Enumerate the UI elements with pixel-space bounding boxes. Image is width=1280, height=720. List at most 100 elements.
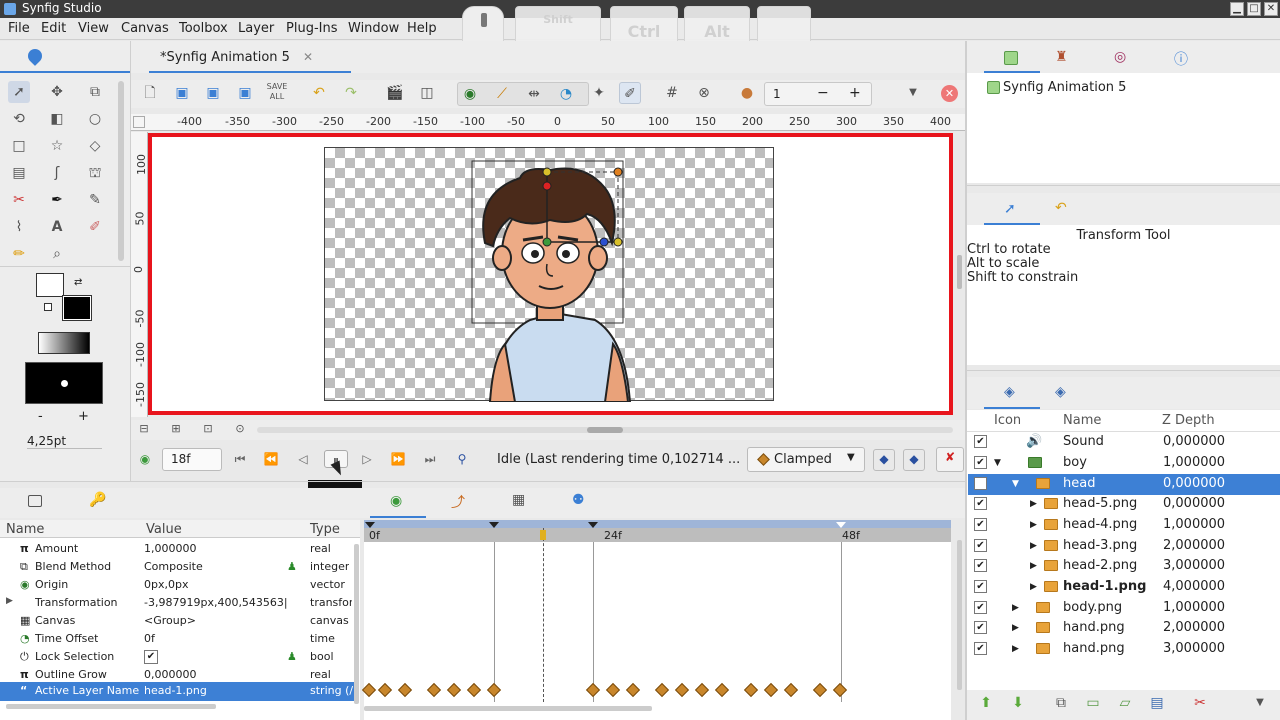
new-file-icon[interactable]: 🗋 — [139, 82, 161, 104]
polygon-tool-icon[interactable]: ◇ — [84, 135, 106, 157]
zoom-100-icon[interactable]: ⊙ — [231, 420, 249, 438]
layers-tab[interactable]: ◈ — [984, 377, 1040, 409]
canvas-browser-item[interactable]: Synfig Animation 5 — [1003, 80, 1126, 95]
tool-options-tab[interactable]: ➚ — [984, 193, 1040, 225]
undo-icon[interactable]: ↶ — [308, 82, 330, 104]
rotate-tool-icon[interactable]: ⟲ — [8, 108, 30, 130]
toolbox-scrollbar[interactable] — [118, 81, 124, 261]
expand-arrow-icon[interactable]: ▶ — [1030, 582, 1037, 592]
menu-plugins[interactable]: Plug-Ins — [286, 21, 337, 36]
param-value[interactable]: 1,000000 — [144, 542, 284, 555]
save-as-icon[interactable]: ▣ — [202, 82, 224, 104]
render-icon[interactable]: 🎬 — [384, 82, 406, 104]
upper-bound-icon[interactable]: ◆ — [903, 449, 925, 471]
fill-tool-icon[interactable]: ⛫ — [84, 162, 106, 184]
encapsulate-icon[interactable]: ▤ — [1146, 692, 1168, 714]
preview-icon[interactable]: ◫ — [416, 82, 438, 104]
text-tool-icon[interactable]: A — [46, 216, 68, 238]
brush-size-decrease[interactable]: - — [38, 409, 43, 424]
param-row[interactable]: ▶ Transformation -3,987919px,400,543563|… — [0, 594, 358, 612]
expand-arrow-icon[interactable]: ▶ — [1030, 561, 1037, 571]
history-tab-icon[interactable]: ↶ — [1055, 200, 1067, 216]
layer-visibility-checkbox[interactable]: ✔ — [974, 621, 987, 634]
layer-row[interactable]: ✔ ▶ head-3.png 2,000000 — [968, 536, 1280, 557]
tab-close-icon[interactable]: ✕ — [303, 50, 313, 64]
layer-visibility-checkbox[interactable]: ✔ — [974, 497, 987, 510]
animation-mode-toggle-icon[interactable]: ✘ — [936, 447, 964, 472]
layer-row[interactable]: ✔ ▶ body.png 1,000000 — [968, 598, 1280, 619]
next-keyframe-icon[interactable]: ⏩ — [389, 450, 407, 468]
interpolation-dropdown[interactable]: Clamped ▼ — [747, 447, 865, 472]
layer-visibility-checkbox[interactable]: ✔ — [974, 518, 987, 531]
layer-visibility-checkbox[interactable]: ✔ — [974, 435, 987, 448]
expander-icon[interactable]: ▶ — [6, 596, 13, 606]
save-all-icon[interactable]: SAVE ALL — [266, 82, 288, 104]
param-row[interactable]: ◉ Origin 0px,0px vector — [0, 576, 358, 594]
brush-size-field[interactable]: 4,25pt — [27, 434, 102, 449]
canvas-horizontal-scrollbar[interactable] — [257, 427, 953, 433]
collapse-arrow-icon[interactable]: ▼ — [994, 458, 1001, 468]
width-handles-icon[interactable]: ⇹ — [523, 83, 545, 105]
minimize-icon[interactable]: ▁ — [1230, 2, 1244, 16]
raise-layer-icon[interactable]: ⬆ — [975, 692, 997, 714]
param-row-selected[interactable]: “ Active Layer Name head-1.png string (/ — [0, 682, 358, 701]
brush-size-increase[interactable]: + — [78, 409, 89, 424]
params-horizontal-scrollbar[interactable] — [6, 704, 216, 709]
keyframe-marker[interactable] — [489, 522, 499, 528]
timetrack-tab[interactable]: ◉ — [370, 488, 426, 518]
expand-arrow-icon[interactable]: ▶ — [1012, 623, 1019, 633]
param-value[interactable]: 0,000000 — [144, 668, 284, 681]
mirror-tool-icon[interactable]: ◧ — [46, 108, 68, 130]
brush-preview[interactable] — [25, 362, 103, 404]
brush-tool-icon[interactable]: ✐ — [84, 216, 106, 238]
expand-arrow-icon[interactable]: ▶ — [1030, 520, 1037, 530]
param-value[interactable]: <Group> — [144, 614, 284, 627]
canvas-vertical-scrollbar[interactable] — [957, 255, 962, 289]
save-icon[interactable]: ▣ — [171, 82, 193, 104]
width-tool-icon[interactable]: ✏ — [8, 243, 30, 265]
menu-window[interactable]: Window — [348, 21, 399, 36]
circle-tool-icon[interactable]: ○ — [84, 108, 106, 130]
keyframes-tab-icon[interactable]: ▦ — [512, 492, 525, 508]
param-row[interactable]: ⧉ Blend Method Composite ♟ integer — [0, 558, 358, 576]
layer-row[interactable]: ✔ ▶ head-5.png 0,000000 — [968, 494, 1280, 515]
layer-visibility-checkbox[interactable]: ✔ — [974, 642, 987, 655]
angle-handles-icon[interactable]: ◔ — [555, 83, 577, 105]
keyframe-marker[interactable] — [588, 522, 598, 528]
sets-tab-icon[interactable]: ◈ — [1055, 384, 1066, 400]
layer-row-selected[interactable]: ✔ ▼ head 0,000000 — [968, 474, 1280, 495]
time-cursor-handle[interactable] — [540, 530, 546, 540]
compass-tab-icon[interactable]: ◎ — [1114, 49, 1126, 65]
curves-tab-icon[interactable]: ⤴ — [451, 492, 465, 512]
zoom-out-icon[interactable]: ⊟ — [135, 420, 153, 438]
gradient-tool-icon[interactable]: ▤ — [8, 162, 30, 184]
stepper-increase[interactable]: + — [849, 85, 861, 101]
lock-selection-checkbox[interactable]: ✔ — [144, 650, 158, 664]
save-copy-icon[interactable]: ▣ — [234, 82, 256, 104]
onion-frames-stepper[interactable]: 1 − + — [764, 82, 872, 106]
animation-mode-icon[interactable]: ◉ — [136, 450, 154, 468]
smooth-move-tool-icon[interactable]: ✥ — [46, 81, 68, 103]
maximize-icon[interactable]: □ — [1247, 2, 1261, 16]
layer-row[interactable]: ✔ ▶ hand.png 3,000000 — [968, 639, 1280, 660]
menu-canvas[interactable]: Canvas — [121, 21, 169, 36]
menu-edit[interactable]: Edit — [41, 21, 66, 36]
bounds-icon[interactable]: ⚲ — [453, 450, 471, 468]
param-value[interactable]: 0px,0px — [144, 578, 284, 591]
timetrack-scrollbar[interactable] — [364, 706, 652, 711]
outline-color-swatch[interactable] — [36, 273, 64, 297]
spline-tool-icon[interactable]: ʃ — [46, 162, 68, 184]
bottom-vertical-scrollbar[interactable] — [957, 540, 962, 690]
layer-row[interactable]: ✔ ▶ head-4.png 1,000000 — [968, 515, 1280, 536]
grid-icon[interactable]: # — [661, 82, 683, 104]
swap-colors-icon[interactable]: ⇄ — [74, 277, 82, 288]
layer-row[interactable]: ✔ 🔊 Sound 0,000000 — [968, 432, 1280, 453]
layer-row[interactable]: ✔ ▶ hand.png 2,000000 — [968, 618, 1280, 639]
zoom-tool-icon[interactable]: ⌕ — [46, 243, 68, 265]
layer-visibility-checkbox[interactable]: ✔ — [974, 539, 987, 552]
collapse-arrow-icon[interactable]: ▼ — [1012, 479, 1019, 489]
layer-visibility-checkbox[interactable]: ✔ — [974, 601, 987, 614]
layer-visibility-checkbox[interactable]: ✔ — [974, 456, 987, 469]
layer-visibility-checkbox[interactable]: ✔ — [974, 477, 987, 490]
next-frame-icon[interactable]: ▷ — [358, 450, 376, 468]
